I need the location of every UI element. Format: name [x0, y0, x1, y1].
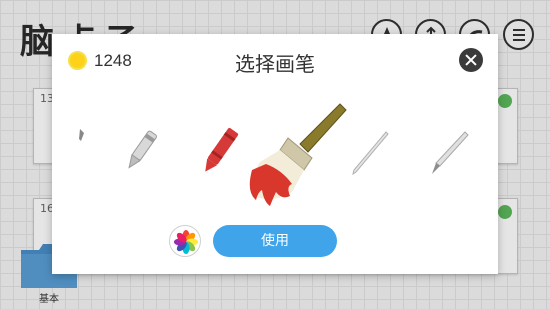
paint-brush-icon	[249, 103, 347, 206]
brush-ink-pen[interactable]	[76, 128, 88, 147]
brush-calligraphy-pen[interactable]	[428, 130, 470, 182]
marker-icon	[128, 130, 158, 169]
brush-fine-liner[interactable]	[350, 130, 390, 182]
brush-paint-brush-selected[interactable]	[242, 100, 352, 212]
brush-marker[interactable]	[122, 129, 158, 179]
color-wheel-icon	[174, 230, 198, 254]
dialog-title: 选择画笔	[235, 52, 315, 76]
calligraphy-pen-icon	[432, 131, 469, 174]
brush-picker-dialog: 1248 选择画笔 使用	[52, 34, 498, 274]
crayon-icon	[205, 128, 239, 172]
close-button[interactable]	[459, 48, 483, 72]
color-picker-button[interactable]	[169, 225, 201, 257]
fine-liner-icon	[352, 131, 389, 176]
use-button[interactable]: 使用	[213, 225, 337, 257]
brush-crayon[interactable]	[196, 124, 242, 184]
ink-pen-icon	[79, 129, 84, 141]
